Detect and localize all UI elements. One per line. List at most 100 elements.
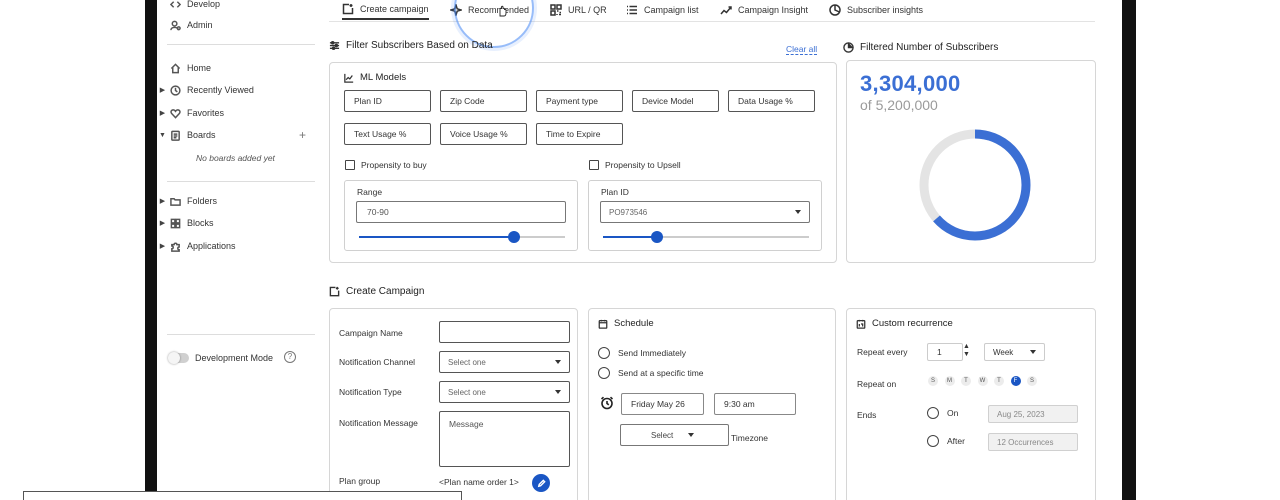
development-mode-label: Development Mode <box>195 353 274 363</box>
recurrence-calendar-icon <box>856 319 866 329</box>
range-input[interactable]: 70-90 <box>356 201 566 223</box>
timezone-select[interactable]: Select <box>620 424 729 446</box>
clear-all-link[interactable]: Clear all <box>786 44 818 55</box>
plan-id-label: Plan ID <box>601 187 629 197</box>
chip-plan-id[interactable]: Plan ID <box>344 90 431 112</box>
sidebar-item-folders[interactable]: ▶ Folders <box>157 192 217 210</box>
subscribers-section-title: Filtered Number of Subscribers <box>843 42 998 53</box>
tab-create-campaign[interactable]: Create campaign <box>342 0 429 20</box>
chevron-down-icon[interactable]: ▼ <box>157 132 168 139</box>
plan-slider-thumb[interactable] <box>650 231 663 243</box>
timezone-select-value: Select <box>651 430 674 440</box>
edit-plan-group-button[interactable] <box>532 474 550 492</box>
notification-type-select[interactable]: Select one <box>439 381 570 403</box>
tab-recommended[interactable]: Recommended <box>450 0 529 20</box>
sidebar-item-blocks[interactable]: ▶ Blocks <box>157 214 214 232</box>
ends-after-radio[interactable] <box>927 435 939 447</box>
tab-label: Campaign Insight <box>738 5 809 15</box>
repeat-period-select[interactable]: Week <box>984 343 1045 361</box>
sidebar-item-label: Applications <box>187 241 236 251</box>
schedule-date-field[interactable]: Friday May 26 <box>621 393 704 415</box>
range-slider[interactable] <box>359 231 565 243</box>
sidebar: Develop Admin Home ▶ Recently Viewed ▶ F… <box>157 0 317 500</box>
sidebar-item-home[interactable]: Home <box>157 59 211 77</box>
subscribers-card: 3,304,000 of 5,200,000 <box>846 60 1096 263</box>
chip-data-usage[interactable]: Data Usage % <box>728 90 815 112</box>
propensity-buy-checkbox-row[interactable]: Propensity to buy <box>345 160 427 170</box>
notification-message-textarea[interactable]: Message <box>439 411 570 467</box>
pie-icon <box>829 4 841 16</box>
propensity-upsell-checkbox-row[interactable]: Propensity to Upsell <box>589 160 681 170</box>
ends-after-option[interactable]: After <box>927 435 965 447</box>
range-slider-fill <box>359 236 514 238</box>
campaign-name-input[interactable] <box>439 321 570 343</box>
ends-after-occurrences-field[interactable]: 12 Occurrences <box>988 433 1078 451</box>
line-chart-icon <box>344 73 354 83</box>
chevron-down-icon <box>795 210 801 214</box>
tab-campaign-insight[interactable]: Campaign Insight <box>720 0 808 20</box>
chip-voice-usage[interactable]: Voice Usage % <box>440 123 527 145</box>
add-board-button[interactable]: + <box>299 129 306 141</box>
day-toggle[interactable]: T <box>961 376 971 386</box>
range-slider-thumb[interactable] <box>507 231 520 243</box>
chip-text-usage[interactable]: Text Usage % <box>344 123 431 145</box>
sidebar-item-admin[interactable]: Admin <box>157 16 213 34</box>
chip-time-to-expire[interactable]: Time to Expire <box>536 123 623 145</box>
ends-on-radio[interactable] <box>927 407 939 419</box>
ends-on-option[interactable]: On <box>927 407 958 419</box>
repeat-every-stepper[interactable]: ▲ ▼ <box>963 343 970 359</box>
tab-url-qr[interactable]: URL / QR <box>550 0 607 20</box>
sidebar-item-label: Favorites <box>187 108 225 118</box>
chevron-right-icon[interactable]: ▶ <box>157 109 168 117</box>
chevron-right-icon[interactable]: ▶ <box>157 86 168 94</box>
total-subscriber-count: of 5,200,000 <box>860 97 938 113</box>
tab-subscriber-insights[interactable]: Subscriber insights <box>829 0 923 20</box>
sidebar-item-develop[interactable]: Develop <box>157 0 220 13</box>
help-icon[interactable]: ? <box>284 351 296 363</box>
day-toggle[interactable]: S <box>928 376 938 386</box>
sidebar-item-favorites[interactable]: ▶ Favorites <box>157 104 224 122</box>
chip-device-model[interactable]: Device Model <box>632 90 719 112</box>
tab-bar: Create campaign Recommended URL / QR Cam… <box>329 0 1095 48</box>
notification-channel-select[interactable]: Select one <box>439 351 570 373</box>
plan-id-select[interactable]: PO973546 <box>600 201 810 223</box>
day-toggle[interactable]: S <box>1027 376 1037 386</box>
notification-type-placeholder: Select one <box>448 387 486 397</box>
schedule-card: Schedule Send Immediately Send at a spec… <box>588 308 836 500</box>
no-boards-text: No boards added yet <box>196 153 275 163</box>
ends-on-date-field[interactable]: Aug 25, 2023 <box>988 405 1078 423</box>
send-immediately-option[interactable]: Send Immediately <box>598 347 686 359</box>
list-icon <box>627 5 637 15</box>
repeat-every-input[interactable]: 1 <box>927 343 963 361</box>
day-toggle[interactable]: T <box>994 376 1004 386</box>
chevron-right-icon[interactable]: ▶ <box>157 242 168 250</box>
chip-payment-type[interactable]: Payment type <box>536 90 623 112</box>
sidebar-item-recently-viewed[interactable]: ▶ Recently Viewed <box>157 81 254 99</box>
alarm-clock-icon <box>600 396 614 410</box>
tab-campaign-list[interactable]: Campaign list <box>626 0 699 20</box>
chevron-right-icon[interactable]: ▶ <box>157 197 168 205</box>
puzzle-icon <box>168 239 182 253</box>
day-toggle[interactable]: M <box>944 376 955 386</box>
day-toggle[interactable]: W <box>977 376 988 386</box>
notification-type-label: Notification Type <box>339 387 402 397</box>
tab-label: URL / QR <box>568 5 607 15</box>
ends-label: Ends <box>857 410 877 420</box>
plan-group-value: <Plan name order 1> <box>439 477 519 487</box>
send-immediately-radio[interactable] <box>598 347 610 359</box>
send-specific-time-radio[interactable] <box>598 367 610 379</box>
day-toggle[interactable]: F <box>1010 376 1021 386</box>
schedule-title: Schedule <box>598 318 654 329</box>
chevron-right-icon[interactable]: ▶ <box>157 219 168 227</box>
insight-icon <box>720 6 732 15</box>
heart-icon <box>168 106 182 120</box>
chip-zip-code[interactable]: Zip Code <box>440 90 527 112</box>
plan-slider[interactable] <box>603 231 809 243</box>
propensity-upsell-checkbox[interactable] <box>589 160 599 170</box>
schedule-time-field[interactable]: 9:30 am <box>714 393 796 415</box>
development-mode-toggle[interactable] <box>168 352 189 364</box>
sidebar-item-boards[interactable]: ▼ Boards <box>157 126 216 144</box>
propensity-buy-checkbox[interactable] <box>345 160 355 170</box>
send-specific-time-option[interactable]: Send at a specific time <box>598 367 704 379</box>
sidebar-item-applications[interactable]: ▶ Applications <box>157 237 236 255</box>
